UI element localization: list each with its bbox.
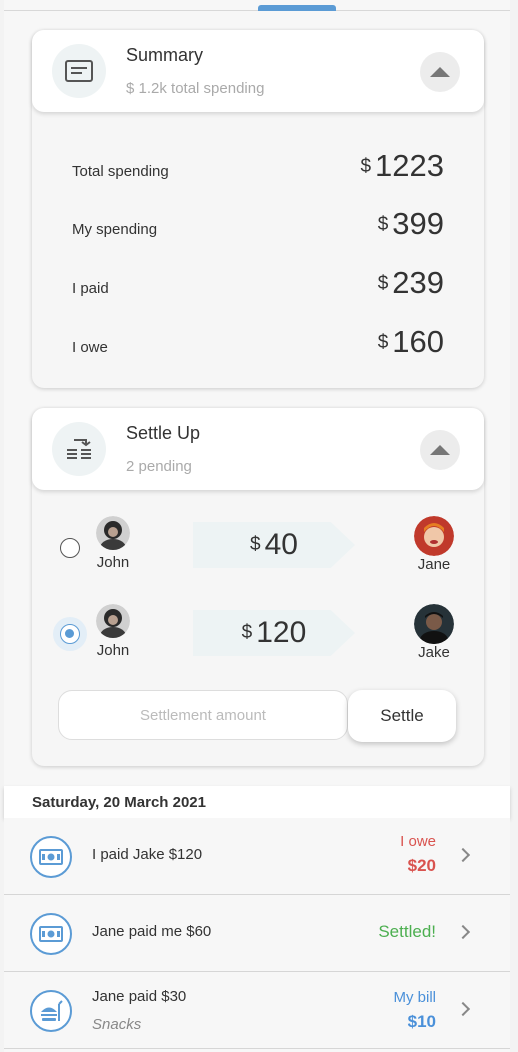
summary-row: I owe $160 [72,320,444,360]
receipt-icon [52,44,106,98]
transaction-status: Settled! [378,922,436,941]
settle-radio-selected[interactable] [60,624,80,644]
transaction-description: Jane paid $30 [92,988,187,1005]
transaction-status: I owe [400,833,436,850]
transaction-row[interactable]: I paid Jake $120 I owe $20 [4,818,510,895]
settle-item: John $120 Jake [32,602,484,662]
payee-name: Jane [417,556,451,573]
chevron-right-icon [455,924,471,940]
transaction-description: I paid Jake $120 [92,846,203,863]
date-label: Saturday, 20 March 2021 [32,794,206,811]
summary-row-value: $399 [377,206,444,241]
settlement-amount-input[interactable] [58,690,348,740]
summary-row-value: $239 [377,265,444,300]
caret-up-icon [430,445,450,455]
summary-row-value: $1223 [360,148,444,183]
page: Summary $ 1.2k total spending Total spen… [4,0,510,1052]
avatar-john [96,516,130,550]
top-divider [4,10,510,11]
settle-radio[interactable] [60,538,80,558]
caret-up-icon [430,67,450,77]
summary-row-label: I owe [72,339,108,356]
collapse-settle-button[interactable] [420,430,460,470]
summary-row: Total spending $1223 [72,144,444,184]
chevron-right-icon [455,847,471,863]
summary-header[interactable]: Summary $ 1.2k total spending [32,30,484,112]
avatar-john [96,604,130,638]
cash-icon [30,836,72,878]
transaction-amount: $20 [407,856,436,875]
chevron-right-icon [455,1001,471,1017]
settle-item: John $40 Jane [32,514,484,574]
settle-amount: $120 [193,610,355,656]
payer-name: John [96,554,130,571]
summary-row-value: $160 [377,324,444,359]
avatar-jane [414,516,454,556]
transaction-category: Snacks [92,1016,142,1033]
active-tab-indicator[interactable] [258,5,336,11]
summary-row-label: My spending [72,221,158,238]
settle-button[interactable]: Settle [348,690,456,742]
collapse-summary-button[interactable] [420,52,460,92]
transaction-row[interactable]: Jane paid $30 Snacks My bill $10 [4,972,510,1049]
transaction-description: Jane paid me $60 [92,923,212,940]
summary-card: Summary $ 1.2k total spending Total spen… [32,30,484,388]
settle-amount: $40 [193,522,355,568]
summary-title: Summary [126,45,204,65]
avatar-jake [414,604,454,644]
settle-card: Settle Up 2 pending John $40 Jane John $… [32,408,484,766]
summary-subtitle: $ 1.2k total spending [126,80,265,97]
summary-row: My spending $399 [72,202,444,242]
transaction-status: My bill [393,989,436,1006]
cash-icon [30,913,72,955]
payer-name: John [96,642,130,659]
food-icon [30,990,72,1032]
date-header: Saturday, 20 March 2021 [4,786,510,818]
summary-row-label: I paid [72,280,109,297]
transfer-icon [52,422,106,476]
transaction-amount: $10 [407,1012,436,1031]
settle-title: Settle Up [126,423,201,443]
settle-header[interactable]: Settle Up 2 pending [32,408,484,490]
summary-row-label: Total spending [72,163,169,180]
settle-subtitle: 2 pending [126,458,192,475]
payee-name: Jake [418,644,450,661]
summary-row: I paid $239 [72,261,444,301]
transaction-row[interactable]: Jane paid me $60 Settled! [4,895,510,972]
